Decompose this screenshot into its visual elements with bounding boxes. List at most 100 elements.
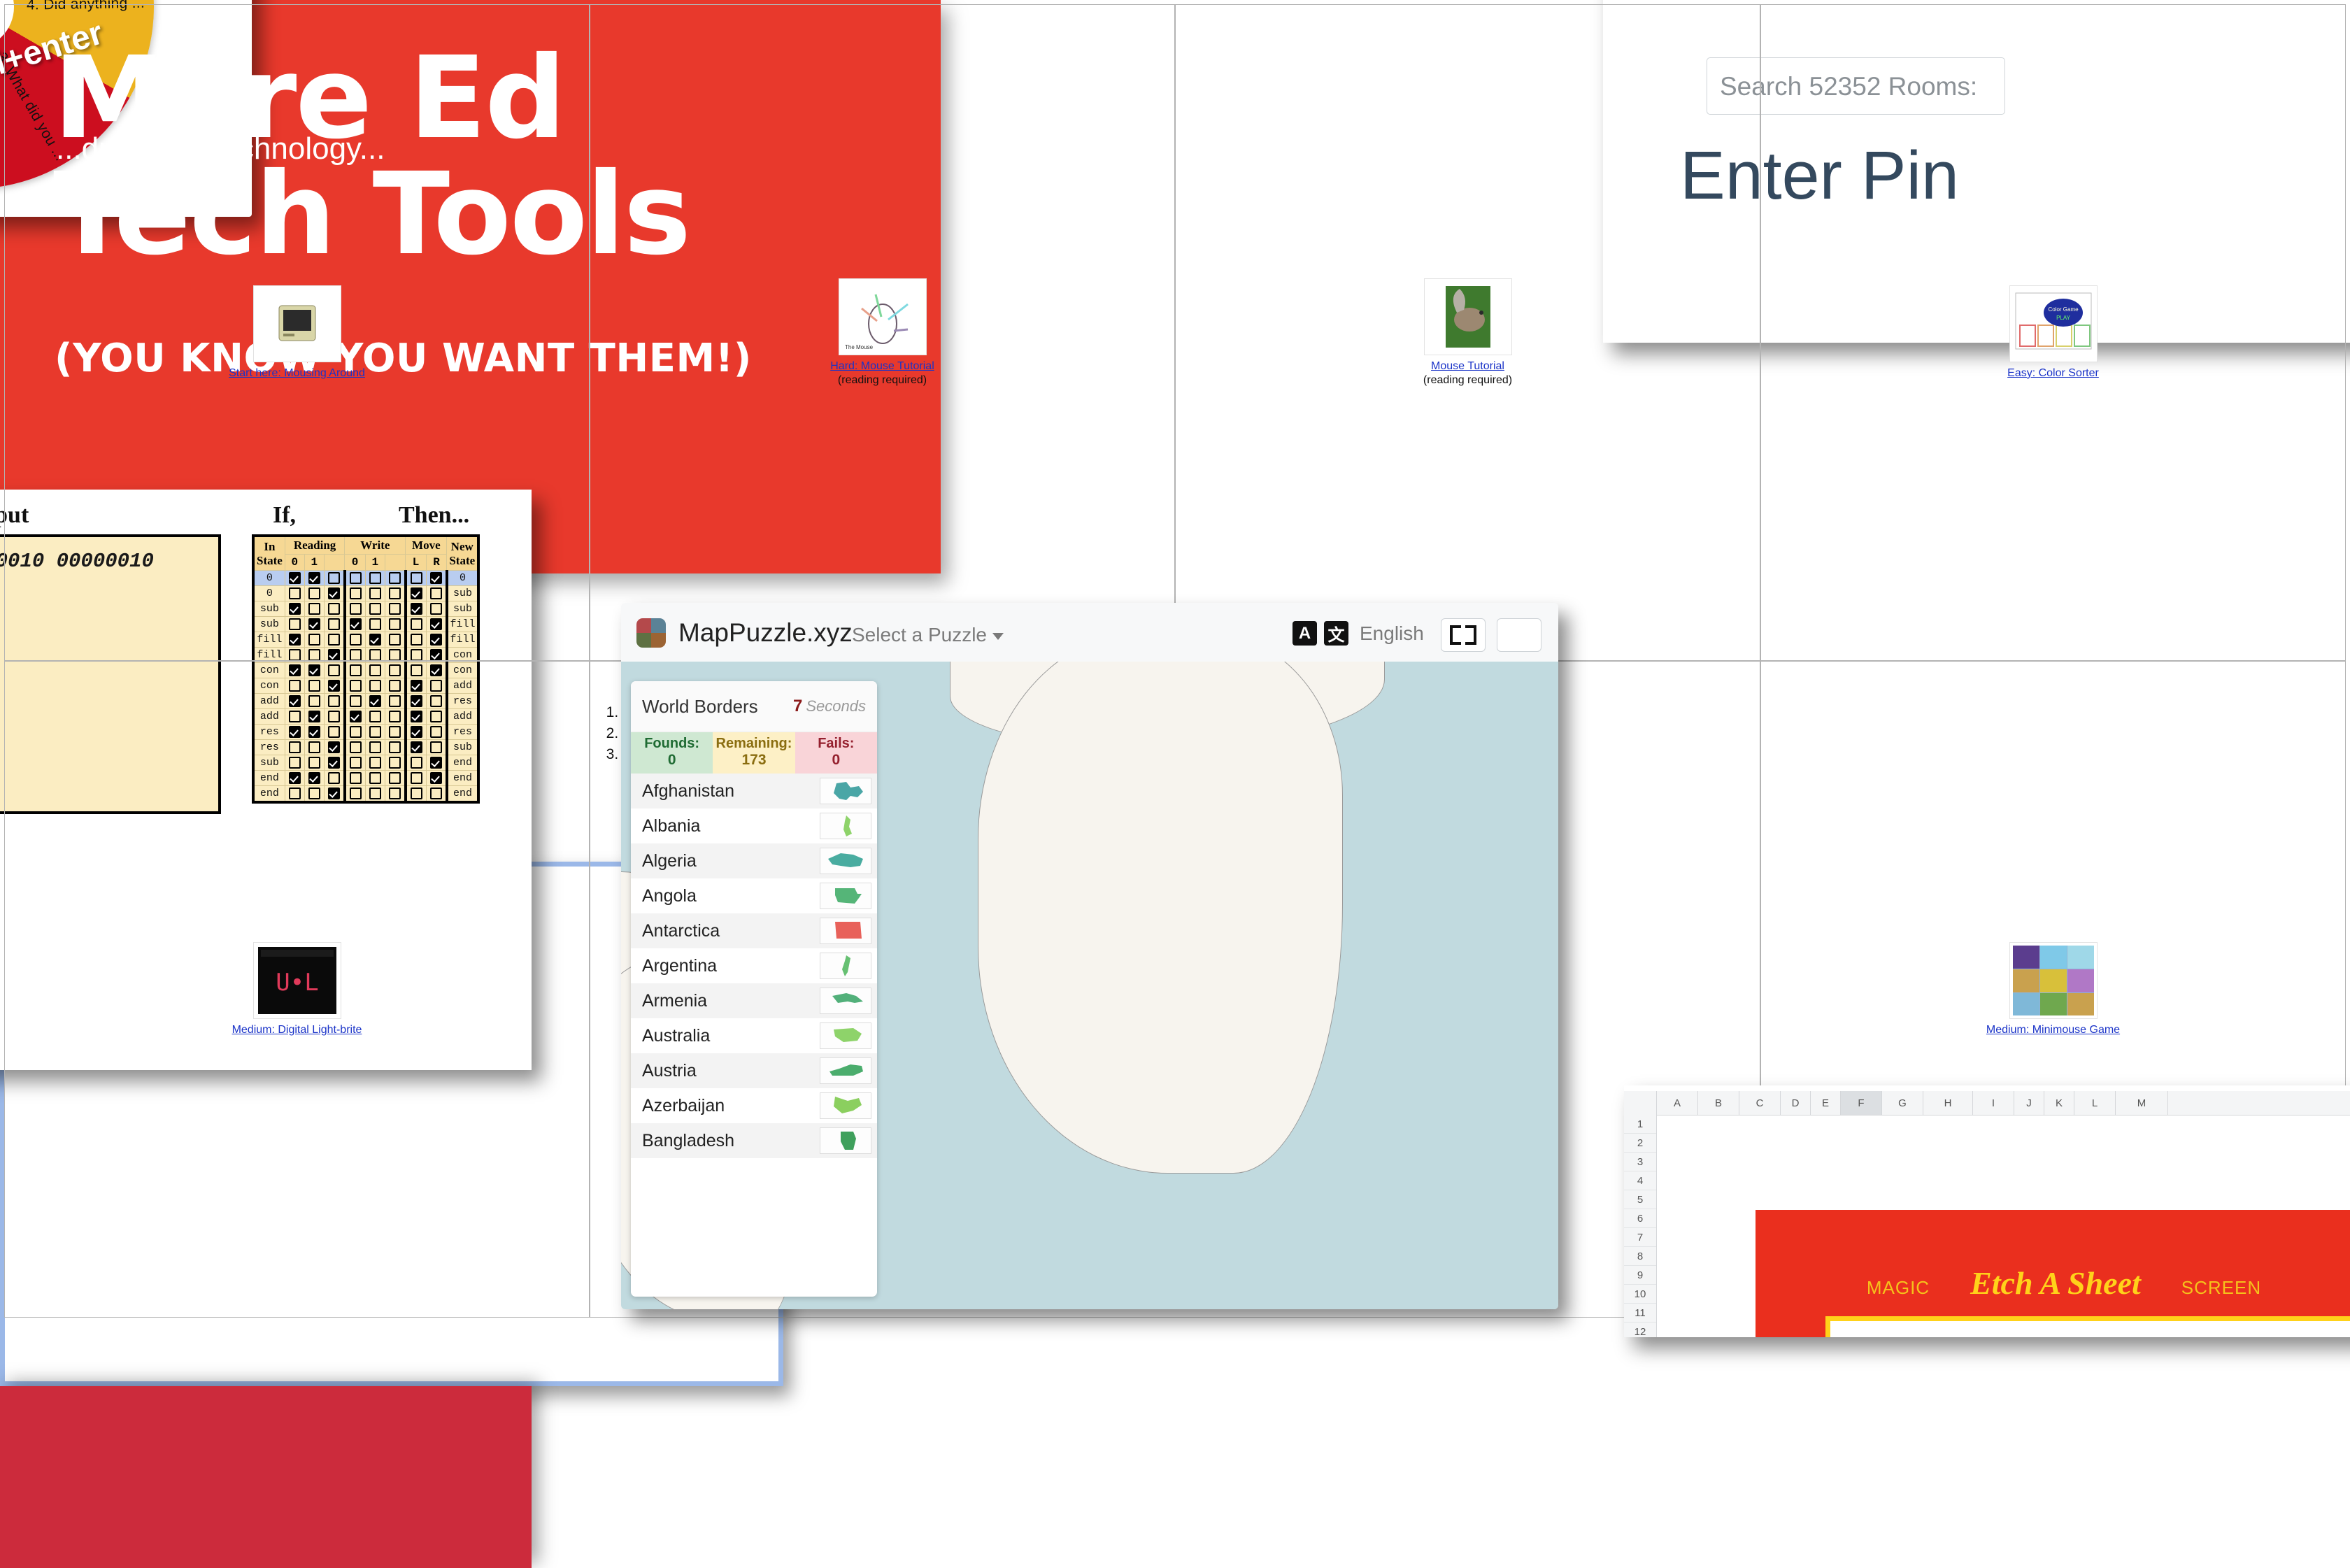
country-name: Bangladesh: [642, 1130, 735, 1150]
spreadsheet-row-headers[interactable]: 1 2 3 4 5 6 7 8 9 10 11 12: [1624, 1115, 1657, 1337]
retro-computer-icon: [252, 285, 341, 362]
row-header-9[interactable]: 9: [1624, 1266, 1656, 1285]
svg-text:Color Game: Color Game: [2048, 306, 2079, 313]
choice-link[interactable]: Start here: Mousing Around: [229, 366, 365, 380]
country-shape-thumb[interactable]: [820, 848, 871, 874]
country-shape-thumb[interactable]: [820, 883, 871, 909]
row-header-5[interactable]: 5: [1624, 1190, 1656, 1209]
choice-link[interactable]: Hard: Mouse Tutorial: [830, 359, 934, 373]
row-header-4[interactable]: 4: [1624, 1171, 1656, 1190]
stat-label: Fails:: [818, 736, 855, 751]
choice-link[interactable]: Easy: Color Sorter: [2007, 366, 2099, 380]
stat-f: Founds: 0: [631, 732, 713, 774]
country-list[interactable]: Afghanistan Albania Algeria Angola Antarctic…: [631, 774, 877, 1158]
country-shape-thumb[interactable]: [820, 953, 871, 979]
stat-value: 173: [741, 752, 767, 768]
fullscreen-button[interactable]: [1441, 618, 1486, 652]
stat-r: Remaining: 173: [713, 732, 795, 774]
choice-link[interactable]: Medium: Digital Light-brite: [232, 1023, 362, 1037]
country-name: Austria: [642, 1060, 697, 1081]
row-header-12[interactable]: 12: [1624, 1323, 1656, 1338]
country-row[interactable]: Albania: [631, 808, 877, 843]
mappuzzle-toolbar: MapPuzzle.xyz Select a Puzzle A 文 Englis…: [621, 603, 1558, 662]
svg-text:The Mouse: The Mouse: [845, 344, 874, 350]
extra-toolbar-button[interactable]: [1497, 618, 1541, 652]
row-header-6[interactable]: 6: [1624, 1209, 1656, 1228]
column-header-H[interactable]: H: [1923, 1091, 1973, 1115]
choice-board-cell[interactable]: Start here: Mousing Around: [4, 4, 590, 661]
choice-link[interactable]: Mouse Tutorial: [1431, 359, 1504, 373]
row-header-1[interactable]: 1: [1624, 1115, 1656, 1134]
country-shape-thumb[interactable]: [820, 813, 871, 839]
country-name: Argentina: [642, 955, 718, 976]
column-header-I[interactable]: I: [1973, 1091, 2014, 1115]
choice-link[interactable]: Medium: Minimouse Game: [1986, 1023, 2120, 1037]
row-header-7[interactable]: 7: [1624, 1228, 1656, 1247]
column-header-D[interactable]: D: [1781, 1091, 1811, 1115]
row-header-11[interactable]: 11: [1624, 1304, 1656, 1323]
stat-value: 0: [832, 752, 841, 768]
language-selector[interactable]: A 文 English: [1292, 621, 1431, 646]
puzzle-stats-row: Founds: 0 Remaining: 173 Fails: 0: [631, 732, 877, 774]
etch-a-sheet-screen[interactable]: [1825, 1316, 2350, 1337]
country-shape-thumb[interactable]: [820, 1022, 871, 1049]
country-row[interactable]: Antarctica: [631, 913, 877, 948]
row-header-2[interactable]: 2: [1624, 1134, 1656, 1153]
column-header-C[interactable]: C: [1739, 1091, 1781, 1115]
choice-board-cell[interactable]: Mouse Tutorial (reading required): [1175, 4, 1760, 661]
country-shape-thumb[interactable]: [820, 918, 871, 944]
country-row[interactable]: Bangladesh: [631, 1123, 877, 1158]
column-header-J[interactable]: J: [2014, 1091, 2044, 1115]
bottom-left-red-card: ...ducation Technology...: [0, 131, 532, 1568]
country-name: Algeria: [642, 850, 697, 871]
country-row[interactable]: Argentina: [631, 948, 877, 983]
country-shape-thumb[interactable]: [820, 1127, 871, 1154]
country-row[interactable]: Algeria: [631, 843, 877, 878]
puzzle-timer: 7 Seconds: [793, 697, 866, 716]
country-shape-thumb[interactable]: [820, 1057, 871, 1084]
row-header-3[interactable]: 3: [1624, 1153, 1656, 1171]
choice-board-cell[interactable]: The Mouse Hard: Mouse Tutorial (reading re…: [590, 4, 1175, 661]
country-shape-thumb[interactable]: [820, 1092, 871, 1119]
column-header-L[interactable]: L: [2074, 1091, 2116, 1115]
svg-text:U•L: U•L: [276, 969, 318, 997]
spreadsheet-column-headers[interactable]: ABCDEFGHIJKLM: [1624, 1091, 2350, 1116]
country-row[interactable]: Australia: [631, 1018, 877, 1053]
translate-glyph-icon: 文: [1324, 621, 1348, 646]
country-row[interactable]: Angola: [631, 878, 877, 913]
column-header-F[interactable]: F: [1841, 1091, 1882, 1115]
select-puzzle-dropdown[interactable]: Select a Puzzle: [852, 624, 1004, 646]
column-header-K[interactable]: K: [2044, 1091, 2074, 1115]
country-row[interactable]: Austria: [631, 1053, 877, 1088]
country-shape-thumb[interactable]: [820, 988, 871, 1014]
country-shape-thumb[interactable]: [820, 778, 871, 804]
choice-board-cell[interactable]: Color Game PLAY Easy: Color Sorter: [1760, 4, 2346, 661]
country-name: Antarctica: [642, 920, 720, 941]
column-header-B[interactable]: B: [1698, 1091, 1739, 1115]
language-label: English: [1360, 622, 1424, 644]
row-header-8[interactable]: 8: [1624, 1247, 1656, 1266]
etch-word-right: SCREEN: [2181, 1277, 2262, 1298]
stat-x: Fails: 0: [795, 732, 877, 774]
timer-unit: Seconds: [806, 697, 866, 715]
spreadsheet-corner[interactable]: [1624, 1091, 1657, 1115]
country-name: Angola: [642, 885, 697, 906]
column-header-M[interactable]: M: [2116, 1091, 2168, 1115]
puzzle-name: World Borders: [642, 695, 758, 717]
country-row[interactable]: Armenia: [631, 983, 877, 1018]
select-puzzle-label: Select a Puzzle: [852, 624, 987, 646]
country-row[interactable]: Azerbaijan: [631, 1088, 877, 1123]
country-name: Australia: [642, 1025, 711, 1046]
bottom-left-card-text: ...ducation Technology...: [56, 131, 385, 166]
row-header-10[interactable]: 10: [1624, 1285, 1656, 1304]
country-row[interactable]: Afghanistan: [631, 774, 877, 808]
column-header-G[interactable]: G: [1882, 1091, 1923, 1115]
column-header-E[interactable]: E: [1811, 1091, 1841, 1115]
translate-letter-icon: A: [1292, 621, 1317, 646]
timer-value: 7: [793, 697, 803, 715]
color-game-icon: Color Game PLAY: [2009, 285, 2098, 362]
column-header-A[interactable]: A: [1657, 1091, 1698, 1115]
minimouse-icon: [2009, 941, 2098, 1019]
choice-board-cell[interactable]: U•L Medium: Digital Light-brite: [4, 661, 590, 1318]
etch-a-sheet-frame: MAGIC Etch A Sheet SCREEN: [1756, 1210, 2350, 1337]
